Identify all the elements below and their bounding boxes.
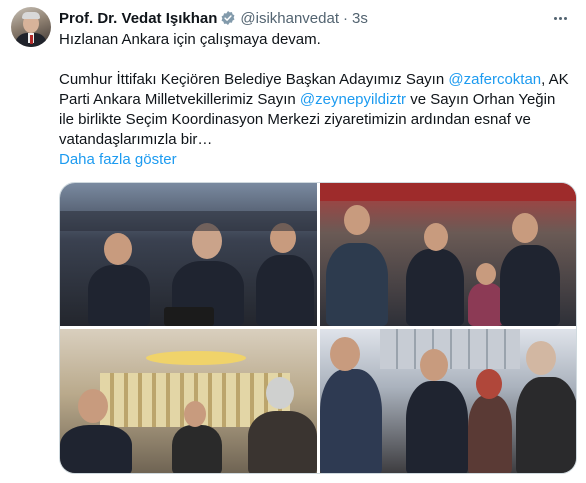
photo-person — [468, 283, 504, 326]
media-grid — [59, 182, 577, 474]
tweet-text: Hızlanan Ankara için çalışmaya devam. Cu… — [59, 30, 581, 150]
photo-person — [330, 337, 360, 371]
text-line: Hızlanan Ankara için çalışmaya devam. — [59, 31, 321, 48]
text-blank-line — [59, 50, 581, 70]
photo-lamp — [146, 351, 246, 365]
author-name[interactable]: Prof. Dr. Vedat Işıkhan — [59, 10, 217, 27]
photo-person — [420, 349, 448, 381]
photo-person — [344, 205, 370, 235]
more-options-icon[interactable] — [549, 8, 571, 28]
more-dot — [563, 16, 567, 20]
photo-2[interactable] — [320, 183, 576, 326]
photo-person — [468, 395, 512, 473]
tweet-header: Prof. Dr. Vedat Işıkhan @isikhanvedat · … — [59, 8, 368, 28]
photo-person — [516, 377, 576, 473]
photo-person — [248, 411, 317, 473]
photo-person — [266, 377, 294, 409]
photo-4[interactable] — [320, 329, 576, 473]
photo-3[interactable] — [60, 329, 317, 473]
verified-badge-icon[interactable] — [220, 10, 236, 26]
mention-link[interactable]: @zafercoktan — [448, 71, 541, 88]
avatar[interactable] — [11, 7, 51, 47]
photo-crowd — [60, 211, 317, 231]
photo-person — [424, 223, 448, 251]
photo-person — [512, 213, 538, 243]
photo-person — [476, 369, 502, 399]
photo-person — [88, 265, 150, 326]
photo-person — [256, 255, 314, 326]
text-line: vatandaşlarımızla bir… — [59, 131, 213, 148]
text-line: Parti Ankara Milletvekillerimiz Sayın @z… — [59, 90, 581, 110]
photo-person — [476, 263, 496, 285]
text-segment: Cumhur İttifakı Keçiören Belediye Başkan… — [59, 71, 445, 88]
text-segment: , AK — [541, 71, 569, 88]
photo-building — [380, 329, 520, 369]
photo-person — [60, 425, 132, 473]
photo-person — [78, 389, 108, 423]
text-segment: ve Sayın Orhan Yeğin — [406, 91, 556, 108]
text-line: Cumhur İttifakı Keçiören Belediye Başkan… — [59, 70, 581, 90]
text-segment: Parti Ankara Milletvekillerimiz Sayın — [59, 91, 296, 108]
text-line: ile birlikte Seçim Koordinasyon Merkezi … — [59, 111, 531, 128]
separator-dot: · — [343, 9, 349, 27]
show-more-link[interactable]: Daha fazla göster — [59, 150, 177, 170]
photo-person — [406, 381, 468, 473]
photo-person — [172, 425, 222, 473]
photo-person — [326, 243, 388, 326]
more-dot — [558, 16, 562, 20]
tweet[interactable]: Prof. Dr. Vedat Işıkhan @isikhanvedat · … — [0, 0, 586, 483]
avatar-tie — [30, 35, 33, 44]
timestamp[interactable]: 3s — [352, 10, 368, 27]
photo-1[interactable] — [60, 183, 317, 326]
photo-person — [406, 249, 464, 326]
photo-person — [320, 369, 382, 473]
photo-person — [104, 233, 132, 265]
photo-sign — [320, 183, 576, 201]
photo-microphones — [164, 307, 214, 326]
avatar-hair — [22, 12, 40, 19]
photo-person — [184, 401, 206, 427]
mention-link[interactable]: @zeynepyildiztr — [300, 91, 406, 108]
photo-person — [500, 245, 560, 326]
author-handle[interactable]: @isikhanvedat — [240, 10, 339, 27]
photo-person — [526, 341, 556, 375]
more-dot — [553, 16, 557, 20]
